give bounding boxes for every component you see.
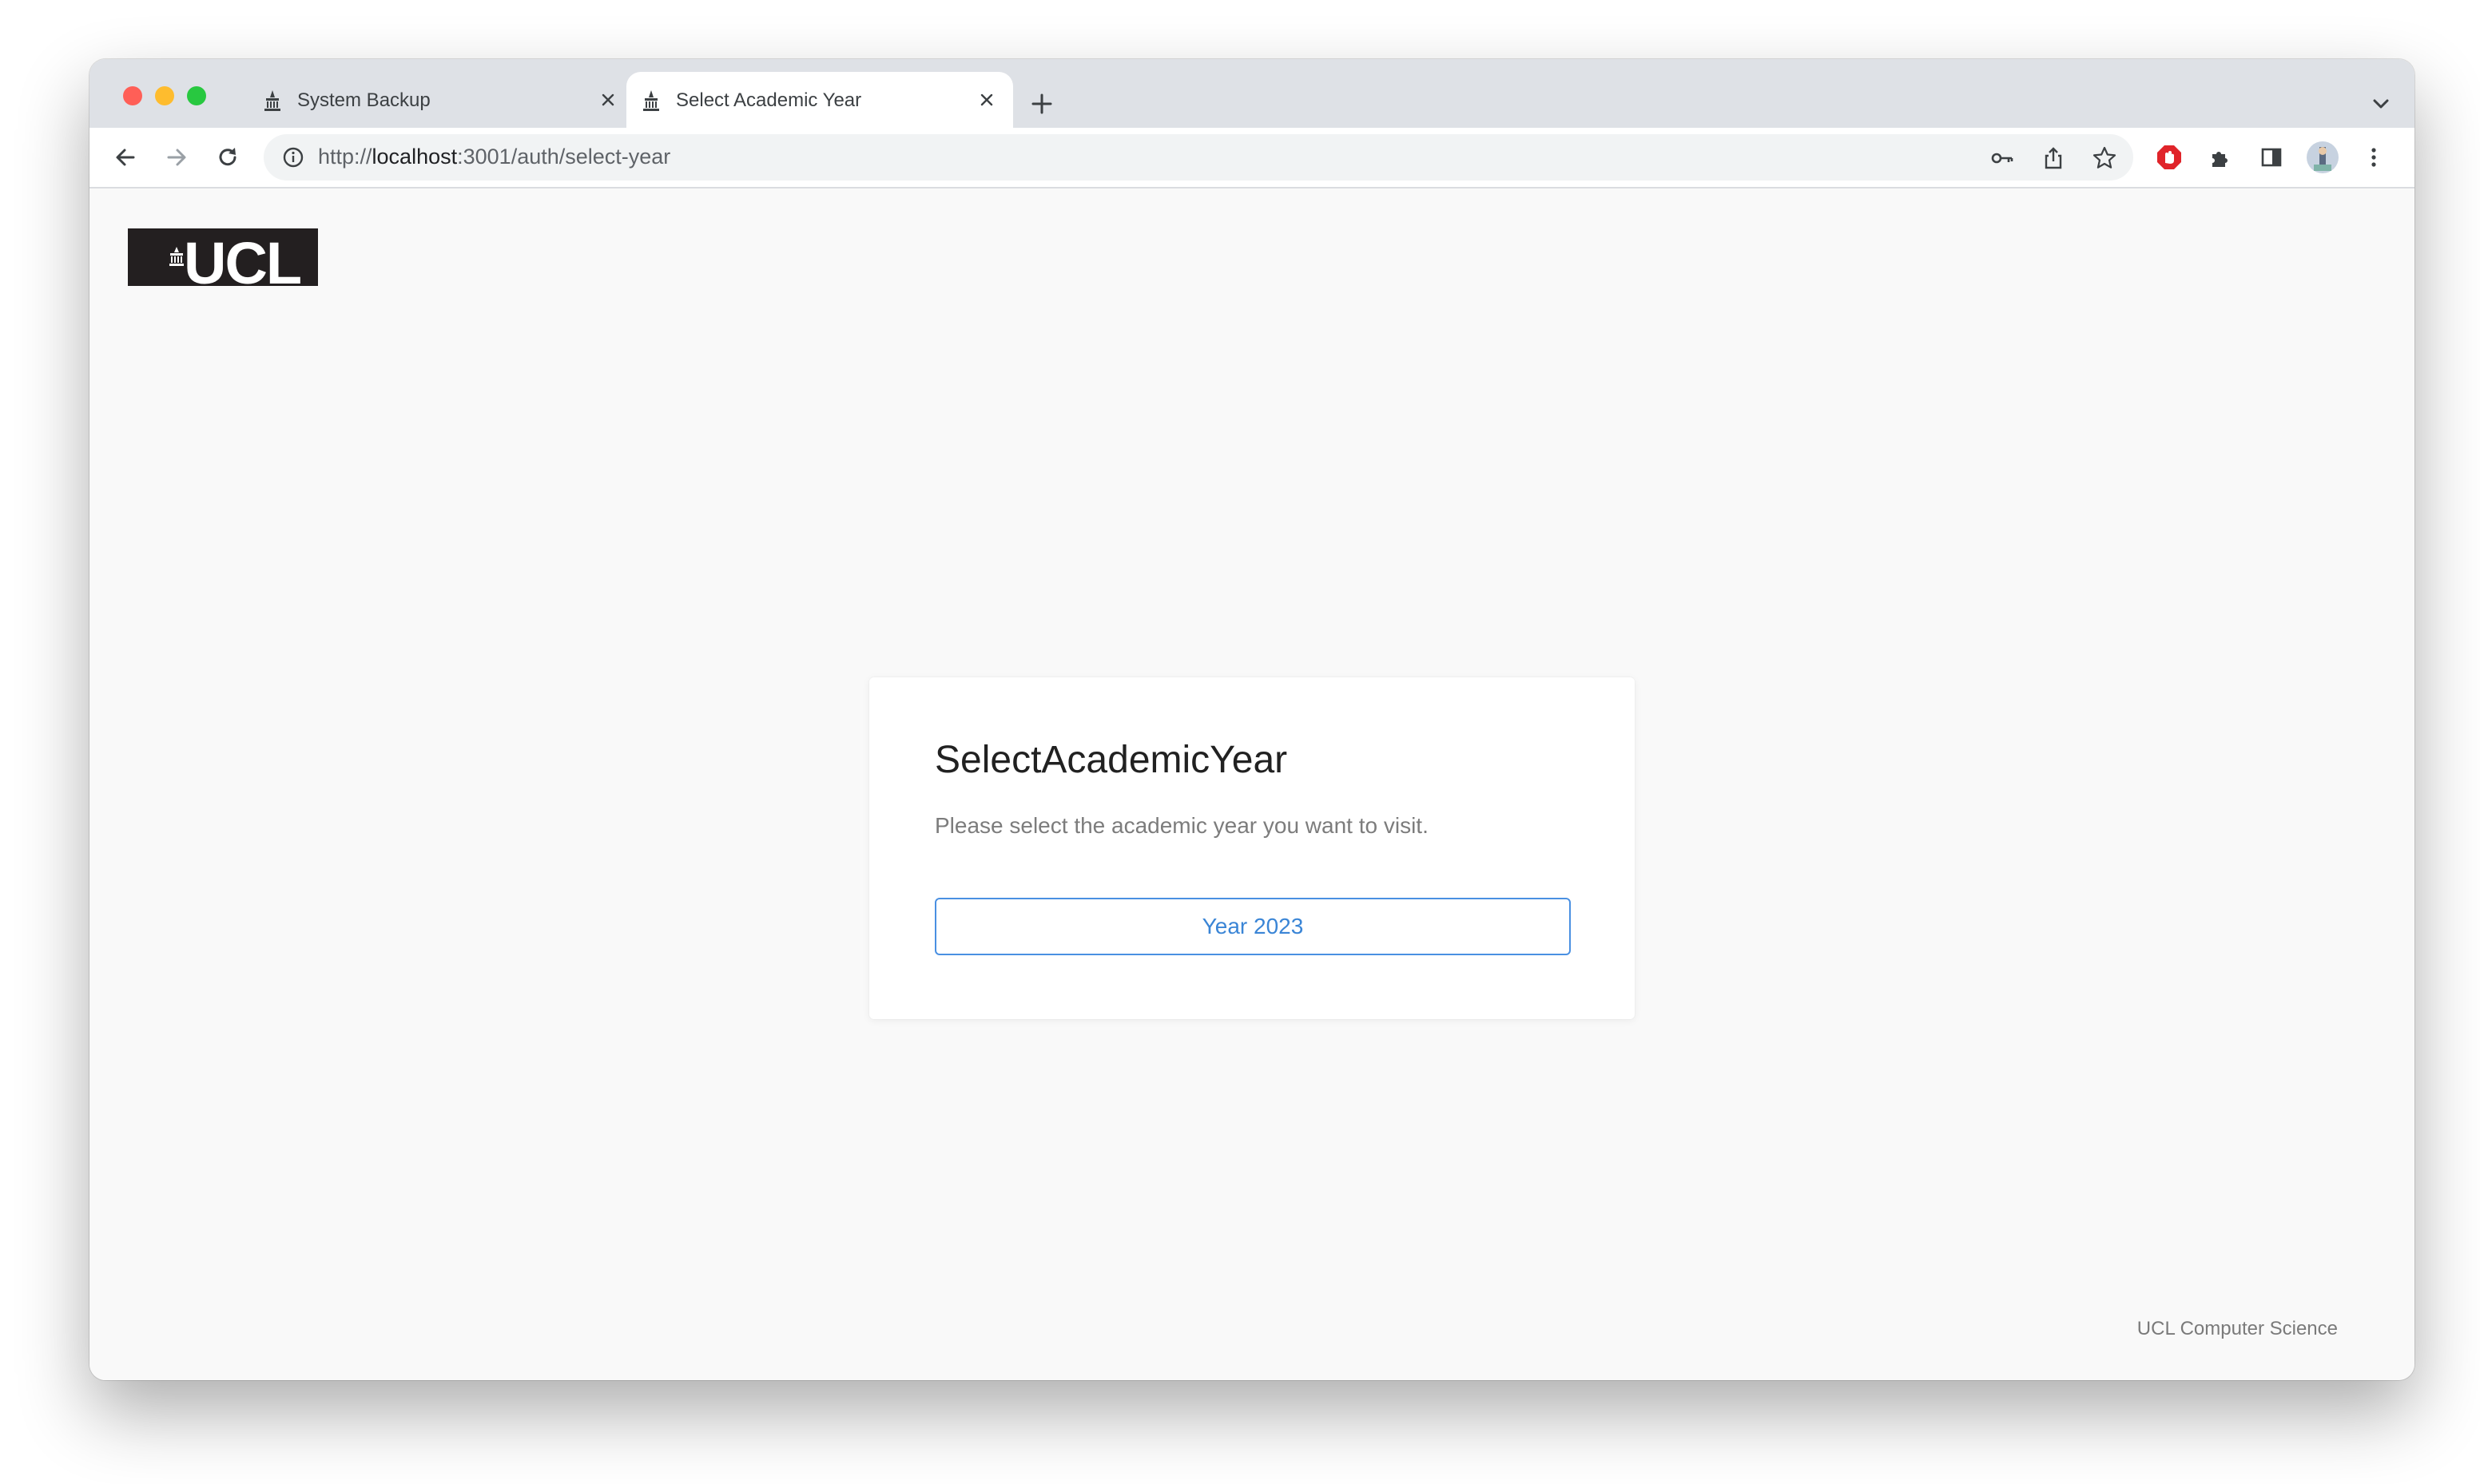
chevron-down-icon[interactable]	[2365, 88, 2397, 120]
card-subtitle: Please select the academic year you want…	[935, 813, 1429, 838]
puzzle-extensions-icon[interactable]	[2202, 139, 2239, 176]
url-path: :3001/auth/select-year	[457, 145, 671, 169]
minimize-window-button[interactable]	[155, 86, 174, 105]
url-host: localhost	[372, 145, 458, 169]
reload-button[interactable]	[209, 139, 246, 176]
page-title: SelectAcademicYear	[935, 739, 1288, 781]
close-window-button[interactable]	[123, 86, 142, 105]
tab-title: System Backup	[297, 89, 431, 111]
url-text: http://localhost:3001/auth/select-year	[318, 145, 670, 169]
close-tab-icon[interactable]	[596, 88, 620, 112]
address-bar[interactable]: http://localhost:3001/auth/select-year	[264, 134, 2133, 181]
back-button[interactable]	[107, 139, 144, 176]
arrow-right-icon	[167, 149, 186, 166]
tab-strip: System Backup Select Academic Year	[89, 59, 2414, 128]
url-scheme: http://	[318, 145, 372, 169]
page-content: UCL SelectAcademicYear Please select the…	[89, 188, 2414, 1380]
close-tab-icon[interactable]	[975, 88, 999, 112]
ucl-logo[interactable]: UCL	[128, 228, 318, 286]
tab-select-academic-year[interactable]: Select Academic Year	[626, 72, 1013, 128]
more-menu-icon[interactable]	[2355, 139, 2392, 176]
browser-window: System Backup Select Academic Year http:…	[89, 59, 2414, 1380]
ucl-portico-icon	[169, 247, 184, 266]
maximize-window-button[interactable]	[187, 86, 206, 105]
reload-icon	[219, 148, 236, 166]
adblock-extension-icon[interactable]	[2151, 139, 2188, 176]
key-icon[interactable]	[1988, 144, 2017, 173]
profile-avatar[interactable]	[2304, 139, 2341, 176]
side-panel-icon[interactable]	[2253, 139, 2290, 176]
year-2023-button[interactable]: Year 2023	[935, 898, 1571, 955]
share-icon[interactable]	[2039, 144, 2068, 173]
ucl-portico-icon	[264, 90, 280, 111]
forward-button[interactable]	[158, 139, 195, 176]
tab-system-backup[interactable]: System Backup	[248, 72, 634, 128]
arrow-left-icon	[116, 149, 135, 166]
logo-text: UCL	[184, 230, 302, 287]
ucl-portico-icon	[643, 90, 659, 111]
footer-text: UCL Computer Science	[2136, 1318, 2338, 1339]
new-tab-icon[interactable]	[1026, 88, 1058, 120]
info-icon[interactable]	[281, 145, 305, 169]
browser-toolbar: http://localhost:3001/auth/select-year	[89, 128, 2414, 188]
tab-title: Select Academic Year	[676, 89, 862, 111]
bookmark-star-icon[interactable]	[2090, 144, 2119, 173]
select-year-card: SelectAcademicYear Please select the aca…	[869, 677, 1635, 1019]
